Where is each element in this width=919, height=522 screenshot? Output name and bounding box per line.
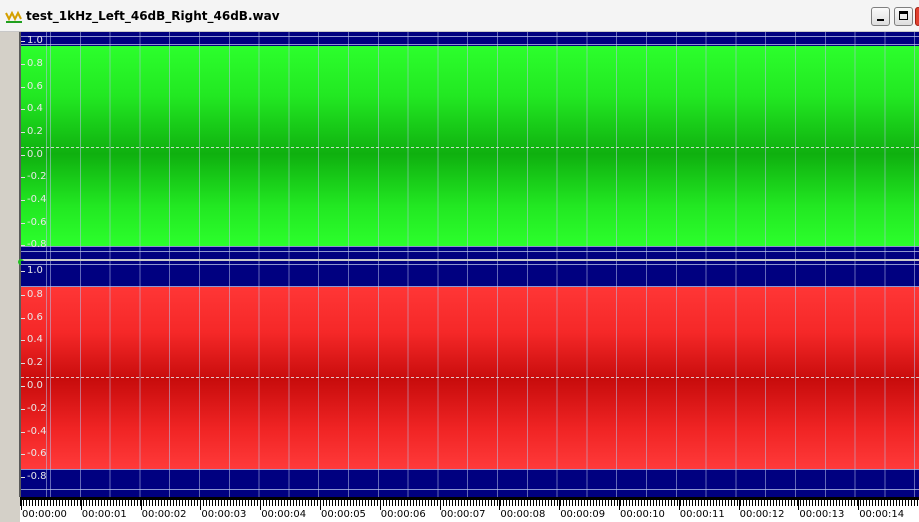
window-title: test_1kHz_Left_46dB_Right_46dB.wav [26,9,280,23]
right-y-label: -0.6 [27,448,47,459]
left-y-label: 0.4 [27,103,43,114]
ruler-time-label: 00:00:06 [380,509,426,520]
right-y-tick [21,454,25,455]
left-y-label: 0.0 [27,149,43,160]
left-y-label: -0.4 [27,194,47,205]
ruler-time-label: 00:00:09 [560,509,606,520]
waveform-icon [5,10,22,23]
right-y-tick [21,409,25,410]
left-y-label: -0.2 [27,171,47,182]
left-y-label: 0.2 [27,126,43,137]
left-y-label: -0.6 [27,217,47,228]
ruler-time-label: 00:00:14 [859,509,905,520]
left-y-label: -0.8 [27,239,47,250]
right-y-label: -0.8 [27,471,47,482]
left-y-tick [21,155,25,156]
ruler-time-label: 00:00:08 [500,509,546,520]
left-y-tick [21,200,25,201]
ruler-minor-ticks [20,500,919,506]
right-y-label: -0.4 [27,426,47,437]
left-y-tick [21,64,25,65]
right-y-label: 0.2 [27,357,43,368]
ruler-time-label: 00:00:01 [81,509,127,520]
right-y-tick [21,363,25,364]
right-y-tick [21,477,25,478]
ruler-time-label: 00:00:02 [141,509,187,520]
left-y-tick [21,87,25,88]
right-y-tick [21,432,25,433]
right-y-label: -0.2 [27,403,47,414]
right-y-label: 1.0 [27,265,43,276]
left-y-label: 0.6 [27,81,43,92]
left-y-tick [21,132,25,133]
left-y-tick [21,41,25,42]
left-y-label: 1.0 [27,35,43,46]
ruler-time-label: 00:00:12 [739,509,785,520]
left-y-tick [21,177,25,178]
left-y-tick [21,223,25,224]
close-button[interactable] [915,7,919,26]
right-y-tick [21,318,25,319]
ruler-time-label: 00:00:07 [440,509,486,520]
right-y-label: 0.4 [27,334,43,345]
right-y-tick [21,386,25,387]
left-zero-line [21,147,919,148]
right-y-tick [21,271,25,272]
left-channel-fill [21,46,919,246]
ruler-time-label: 00:00:00 [22,509,67,520]
ruler-time-label: 00:00:13 [799,509,845,520]
left-channel-waveform[interactable]: 1.0 0.8 0.6 0.4 0.2 0.0 -0.2 -0.4 -0.6 -0.8 [21,32,919,259]
right-y-label: 0.0 [27,380,43,391]
right-channel-fill [21,287,919,469]
ruler-time-label: 00:00:05 [321,509,366,520]
left-y-tick [21,109,25,110]
ruler-time-label: 00:00:10 [620,509,665,520]
ruler-time-label: 00:00:03 [201,509,247,520]
right-channel-waveform[interactable]: 1.0 0.8 0.6 0.4 0.2 0.0 -0.2 -0.4 -0.6 -0.8 [21,261,919,497]
right-zero-line [21,377,919,378]
left-gutter [0,32,20,522]
right-y-label: 0.8 [27,289,43,300]
left-y-tick [21,245,25,246]
right-y-tick [21,295,25,296]
right-y-tick [21,340,25,341]
right-y-label: 0.6 [27,312,43,323]
time-ruler[interactable]: 00:00:00 00:00:01 00:00:02 00:00:03 00:00:04… [20,497,919,522]
minimize-button[interactable] [871,7,890,26]
left-y-label: 0.8 [27,58,43,69]
ruler-time-label: 00:00:04 [261,509,307,520]
maximize-button[interactable] [894,7,913,26]
ruler-time-label: 00:00:11 [679,509,725,520]
window-titlebar[interactable]: test_1kHz_Left_46dB_Right_46dB.wav [0,0,919,32]
